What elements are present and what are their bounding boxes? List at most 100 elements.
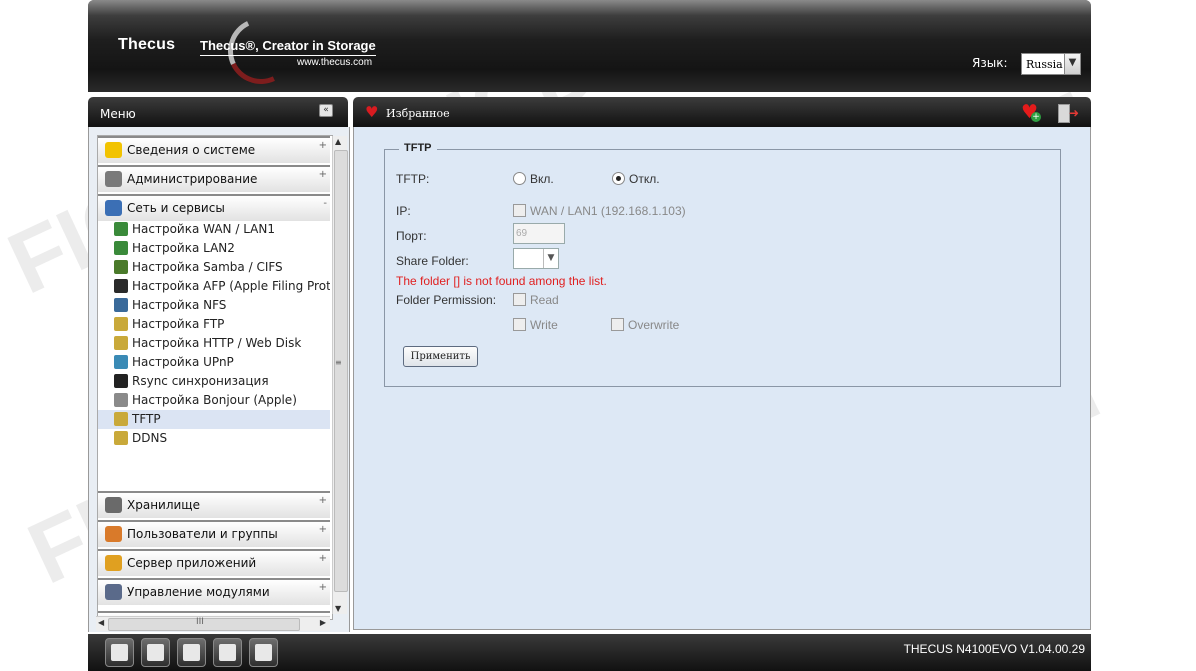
menu-item[interactable]: Настройка HTTP / Web Disk [114, 334, 330, 353]
app-server-icon [105, 555, 122, 571]
expand-toggle-icon[interactable]: + [319, 140, 327, 151]
menu-item-label: Rsync синхронизация [132, 374, 269, 388]
menu-item[interactable]: TFTP [98, 410, 330, 429]
menu-category[interactable]: Сервер приложений + [98, 549, 330, 576]
menu-item-label: TFTP [132, 412, 161, 426]
write-checkbox[interactable] [513, 318, 526, 331]
menu-category[interactable]: Администрирование + [98, 165, 330, 192]
scroll-grip-icon: III [196, 617, 204, 627]
apply-button[interactable]: Применить [403, 346, 478, 367]
upnp-icon [114, 355, 128, 369]
menu-category-label: Сервер приложений [127, 556, 257, 570]
menu-category[interactable]: Сеть и сервисы - [98, 194, 330, 221]
brand-logo: Thecus [118, 36, 176, 53]
scroll-thumb[interactable] [108, 618, 300, 631]
language-select[interactable]: Russia ▼ [1021, 53, 1081, 75]
fan-status-icon[interactable] [177, 638, 206, 667]
firmware-version: THECUS N4100EVO V1.04.00.29 [903, 642, 1085, 656]
menu-item-label: Настройка Samba / CIFS [132, 260, 283, 274]
language-value: Russia [1026, 58, 1063, 71]
menu-item[interactable]: Настройка NFS [114, 296, 330, 315]
network-lan-icon [114, 241, 128, 255]
menu-title: Меню [100, 107, 136, 121]
bonjour-icon [114, 393, 128, 407]
menu-item[interactable]: Rsync синхронизация [114, 372, 330, 391]
scroll-grip-icon: ≡ [335, 358, 342, 367]
tftp-settings-panel: TFTP TFTP: Вкл. Откл. IP: WAN / LAN1 (19… [353, 127, 1091, 630]
rsync-icon [114, 374, 128, 388]
menu-item-label: Настройка FTP [132, 317, 225, 331]
expand-toggle-icon[interactable]: + [319, 524, 327, 535]
scroll-up-icon[interactable]: ▲ [335, 137, 341, 146]
share-folder-select[interactable]: ▼ [513, 248, 559, 269]
menu-item-label: Настройка AFP (Apple Filing Protocol) [132, 279, 330, 293]
storage-icon [105, 497, 122, 513]
menu-item-label: Настройка LAN2 [132, 241, 235, 255]
network-status-icon[interactable] [249, 638, 278, 667]
samba-icon [114, 260, 128, 274]
expand-toggle-icon[interactable]: + [319, 553, 327, 564]
menu-category[interactable]: Хранилище + [98, 491, 330, 518]
raid-status-icon[interactable] [105, 638, 134, 667]
scroll-right-icon[interactable]: ▶ [320, 618, 326, 627]
status-footer: THECUS N4100EVO V1.04.00.29 [88, 634, 1091, 671]
menu-category-label: Управление модулями [127, 585, 270, 599]
chevron-down-icon[interactable]: ▼ [1064, 54, 1080, 74]
favorites-header: ♥ Избранное ♥ + ➜ [353, 97, 1091, 127]
port-input[interactable]: 69 [513, 223, 565, 244]
expand-toggle-icon[interactable]: + [319, 495, 327, 506]
expand-toggle-icon[interactable]: - [323, 198, 327, 209]
scroll-down-icon[interactable]: ▼ [335, 604, 341, 613]
menu-category[interactable]: Сведения о системе + [98, 136, 330, 163]
share-folder-label: Share Folder: [396, 254, 469, 268]
menu-category-label: Хранилище [127, 498, 200, 512]
chevron-down-icon[interactable]: ▼ [543, 249, 558, 268]
folder-error-message: The folder [] is not found among the lis… [396, 274, 607, 288]
menu-item[interactable]: Настройка WAN / LAN1 [114, 220, 330, 239]
menu-item-label: Настройка HTTP / Web Disk [132, 336, 302, 350]
menu-item[interactable]: Настройка FTP [114, 315, 330, 334]
menu-item[interactable]: Настройка AFP (Apple Filing Protocol) [114, 277, 330, 296]
menu-category-label: Администрирование [127, 172, 258, 186]
tools-icon [105, 171, 122, 187]
temperature-icon[interactable] [213, 638, 242, 667]
tftp-on-label: Вкл. [530, 172, 554, 186]
menu-item[interactable]: Настройка LAN2 [114, 239, 330, 258]
overwrite-checkbox[interactable] [611, 318, 624, 331]
disk-status-icon[interactable] [141, 638, 170, 667]
menu-category[interactable]: Пользователи и группы + [98, 520, 330, 547]
add-favorite-icon[interactable]: ♥ + [1021, 103, 1041, 122]
menu-item[interactable]: DDNS [114, 429, 330, 448]
expand-toggle-icon[interactable]: + [319, 582, 327, 593]
scroll-left-icon[interactable]: ◀ [98, 618, 104, 627]
write-label: Write [530, 318, 558, 332]
menu-item-label: DDNS [132, 431, 168, 445]
brand-url: www.thecus.com [297, 57, 373, 68]
menu-item-label: Настройка WAN / LAN1 [132, 222, 275, 236]
menu-item[interactable]: Настройка Samba / CIFS [114, 258, 330, 277]
ip-wan-checkbox[interactable] [513, 204, 526, 217]
network-icon [105, 200, 122, 216]
menu-category[interactable]: Управление модулями + [98, 578, 330, 605]
info-icon [105, 142, 122, 158]
logout-icon[interactable]: ➜ [1057, 103, 1079, 123]
ddns-icon [114, 431, 128, 445]
header-topbar [88, 0, 1091, 16]
tftp-on-radio[interactable] [513, 172, 526, 185]
menu-vertical-scrollbar[interactable]: ▲ ≡ ▼ [332, 136, 348, 614]
overwrite-label: Overwrite [628, 318, 680, 332]
http-icon [114, 336, 128, 350]
scroll-thumb[interactable] [334, 150, 348, 592]
menu-item[interactable]: Настройка Bonjour (Apple) [114, 391, 330, 410]
tftp-off-label: Откл. [629, 172, 660, 186]
menu-horizontal-scrollbar[interactable]: ◀ III ▶ [96, 616, 330, 631]
menu-item[interactable]: Настройка UPnP [114, 353, 330, 372]
collapse-menu-icon[interactable]: « [319, 104, 333, 117]
expand-toggle-icon[interactable]: + [319, 169, 327, 180]
tftp-off-radio[interactable] [612, 172, 625, 185]
read-checkbox[interactable] [513, 293, 526, 306]
menu-category-label: Сеть и сервисы [127, 201, 225, 215]
language-label: Язык: [972, 56, 1008, 70]
nfs-icon [114, 298, 128, 312]
port-label: Порт: [396, 229, 427, 243]
